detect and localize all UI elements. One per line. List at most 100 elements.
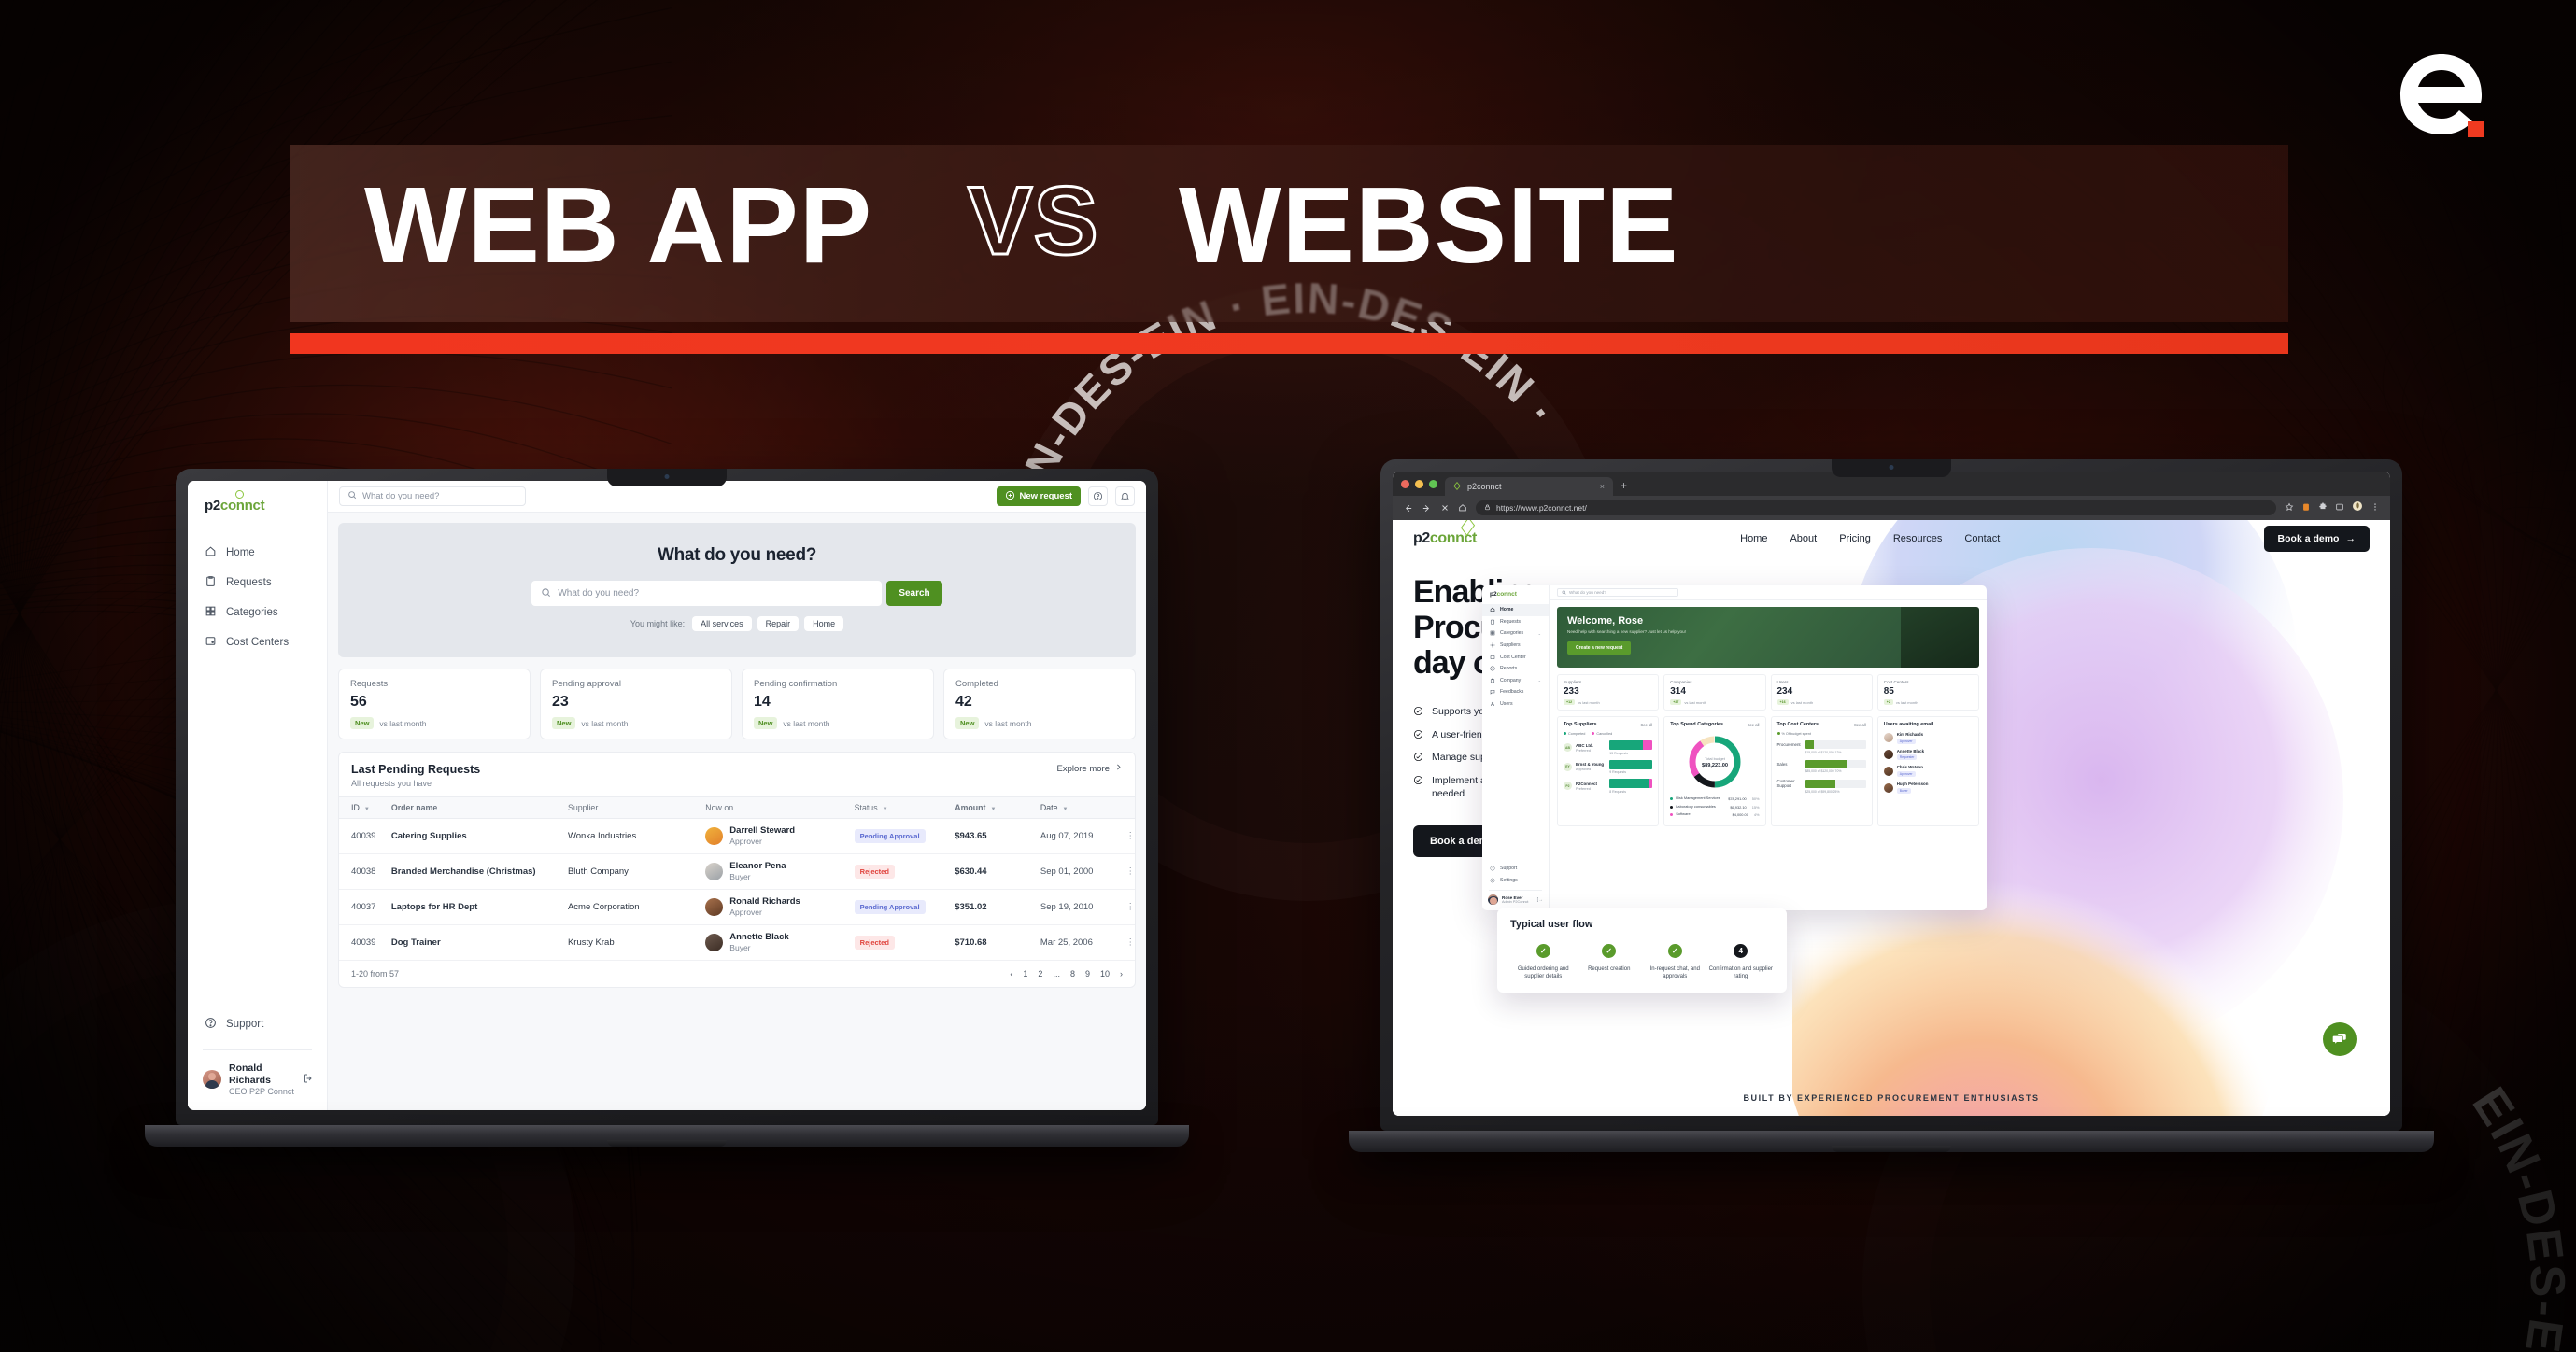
page-2[interactable]: 2	[1038, 969, 1042, 979]
col-id[interactable]: ID ▼	[339, 796, 391, 819]
explore-more-link[interactable]: Explore more	[1057, 763, 1124, 774]
chip-home[interactable]: Home	[804, 616, 844, 631]
row-actions-menu[interactable]: ⋮	[1125, 818, 1135, 854]
brand-mark-icon	[235, 490, 244, 499]
table-row[interactable]: 40038 Branded Merchandise (Christmas) Bl…	[339, 853, 1135, 890]
table-row[interactable]: 40039 Dog Trainer Krusty Krab Annette Bl…	[339, 924, 1135, 961]
flow-step-label: In-request chat, and approvals	[1649, 966, 1700, 980]
see-all-link[interactable]: See all	[1854, 723, 1866, 727]
dashboard-item-company[interactable]: Company ⌄	[1482, 675, 1549, 687]
bookmark-star-icon[interactable]	[2285, 500, 2294, 516]
see-all-link[interactable]: See all	[1640, 723, 1652, 727]
table-body: 40039 Catering Supplies Wonka Industries…	[339, 818, 1135, 961]
col-supplier[interactable]: Supplier	[567, 796, 706, 819]
table-row[interactable]: 40039 Catering Supplies Wonka Industries…	[339, 818, 1135, 854]
status-badge: New	[955, 717, 980, 729]
chevron-down-icon[interactable]: ⌄	[1538, 631, 1541, 636]
col-amount[interactable]: Amount ▼	[955, 796, 1040, 819]
nav-link-about[interactable]: About	[1790, 533, 1817, 544]
tab-close-icon[interactable]: ×	[1600, 482, 1605, 491]
chip-all-services[interactable]: All services	[692, 616, 752, 631]
table-row[interactable]: 40037 Laptops for HR Dept Acme Corporati…	[339, 889, 1135, 925]
stop-icon[interactable]	[1440, 503, 1450, 513]
dashboard-stat-card: Suppliers 233 +12 vs last month	[1557, 674, 1660, 711]
pagination-next[interactable]: ›	[1120, 969, 1123, 979]
dashboard-item-feedbacks[interactable]: Feedbacks	[1482, 686, 1549, 698]
dashboard-item-requests[interactable]: Requests	[1482, 616, 1549, 628]
minimize-icon[interactable]	[1415, 480, 1423, 488]
search-input[interactable]: What do you need?	[339, 486, 526, 506]
bell-icon[interactable]	[1115, 486, 1135, 506]
row-actions-menu[interactable]: ⋮	[1125, 853, 1135, 890]
dashboard-item-settings[interactable]: Settings	[1482, 874, 1549, 886]
url-bar[interactable]: https://www.p2connct.net/	[1476, 500, 2276, 515]
col-status[interactable]: Status ▼	[854, 796, 955, 819]
book-a-demo-nav-button[interactable]: Book a demo →	[2263, 526, 2370, 552]
nav-link-pricing[interactable]: Pricing	[1839, 533, 1871, 544]
logout-icon[interactable]	[303, 1073, 314, 1087]
site-logo[interactable]: p2connct	[1413, 520, 1477, 547]
supplier-name: P2Connect	[1576, 781, 1597, 786]
gear-icon	[1490, 878, 1495, 883]
page-10[interactable]: 10	[1100, 969, 1110, 979]
create-request-button[interactable]: Create a new request	[1567, 641, 1632, 655]
page-8[interactable]: 8	[1070, 969, 1075, 979]
logout-icon[interactable]: [→	[1537, 897, 1543, 903]
dashboard-item-home[interactable]: Home	[1482, 604, 1549, 616]
nav-link-home[interactable]: Home	[1740, 533, 1767, 544]
sidebar-item-categories[interactable]: Categories	[188, 598, 327, 627]
extensions-puzzle-icon[interactable]	[2318, 500, 2328, 516]
dashboard-item-suppliers[interactable]: Suppliers	[1482, 640, 1549, 652]
dashboard-item-users[interactable]: Users	[1482, 698, 1549, 711]
col-now-on[interactable]: Now on	[705, 796, 855, 819]
page-1[interactable]: 1	[1023, 969, 1027, 979]
new-tab-button[interactable]: +	[1621, 479, 1627, 496]
stat-compare: vs last month	[581, 718, 629, 728]
chip-repair[interactable]: Repair	[757, 616, 800, 631]
dashboard-search-input[interactable]: What do you need?	[1557, 588, 1678, 597]
home-icon[interactable]	[1458, 503, 1467, 513]
close-icon[interactable]	[1401, 480, 1409, 488]
dashboard-item-cost-center[interactable]: Cost Center	[1482, 651, 1549, 663]
stat-compare: vs last month	[1895, 699, 1918, 705]
pagination-prev[interactable]: ‹	[1010, 969, 1012, 979]
sidebar-item-requests[interactable]: Requests	[188, 568, 327, 598]
search-button[interactable]: Search	[886, 581, 942, 606]
chevron-down-icon[interactable]: ⌄	[1538, 678, 1541, 683]
window-controls[interactable]	[1401, 480, 1437, 496]
back-arrow-icon[interactable]	[1403, 503, 1413, 514]
see-all-link[interactable]: See all	[1748, 723, 1760, 727]
new-request-button[interactable]: New request	[996, 486, 1081, 506]
maximize-icon[interactable]	[1429, 480, 1437, 488]
row-actions-menu[interactable]: ⋮	[1125, 924, 1135, 961]
dashboard-user[interactable]: Rose Ever Admin P2Connct [→	[1482, 894, 1549, 905]
nav-link-resources[interactable]: Resources	[1893, 533, 1943, 544]
sidebar-user[interactable]: Ronald Richards CEO P2P Connct	[188, 1061, 327, 1098]
sidepanel-icon[interactable]	[2335, 500, 2344, 516]
chat-bubble-icon[interactable]	[2323, 1022, 2357, 1056]
col-order-name[interactable]: Order name	[390, 796, 568, 819]
sidebar-item-support[interactable]: Support	[188, 1009, 327, 1039]
dashboard-item-support[interactable]: Support	[1482, 863, 1549, 875]
forward-arrow-icon[interactable]	[1422, 503, 1432, 514]
row-actions-menu[interactable]: ⋮	[1125, 889, 1135, 925]
sidebar-item-home[interactable]: Home	[188, 538, 327, 568]
dashboard-welcome-banner: Welcome, Rose Need help with searching a…	[1557, 607, 1979, 668]
kebab-menu-icon[interactable]	[2371, 500, 2380, 516]
nav-link-contact[interactable]: Contact	[1964, 533, 2000, 544]
web-app-screen: p2connct Home Requests Categories Cost C…	[188, 481, 1146, 1110]
chevron-right-icon	[1114, 763, 1123, 774]
pagination: 1-20 from 57 ‹ 1 2 ... 8 9 10 ›	[339, 961, 1135, 987]
dashboard-item-categories[interactable]: Categories ⌄	[1482, 627, 1549, 640]
page-9[interactable]: 9	[1085, 969, 1090, 979]
cell-status: Rejected	[854, 924, 955, 961]
browser-tab[interactable]: p2connct ×	[1445, 477, 1613, 496]
avatar[interactable]	[2352, 500, 2363, 516]
help-circle-icon[interactable]	[1088, 486, 1108, 506]
extension-orange-icon[interactable]	[2301, 500, 2311, 516]
sidebar-item-cost-centers[interactable]: Cost Centers	[188, 627, 327, 657]
hero-search-input[interactable]: What do you need?	[531, 581, 883, 606]
url-text: https://www.p2connct.net/	[1496, 503, 1587, 513]
col-date[interactable]: Date ▼	[1040, 796, 1126, 819]
dashboard-item-reports[interactable]: Reports	[1482, 663, 1549, 675]
